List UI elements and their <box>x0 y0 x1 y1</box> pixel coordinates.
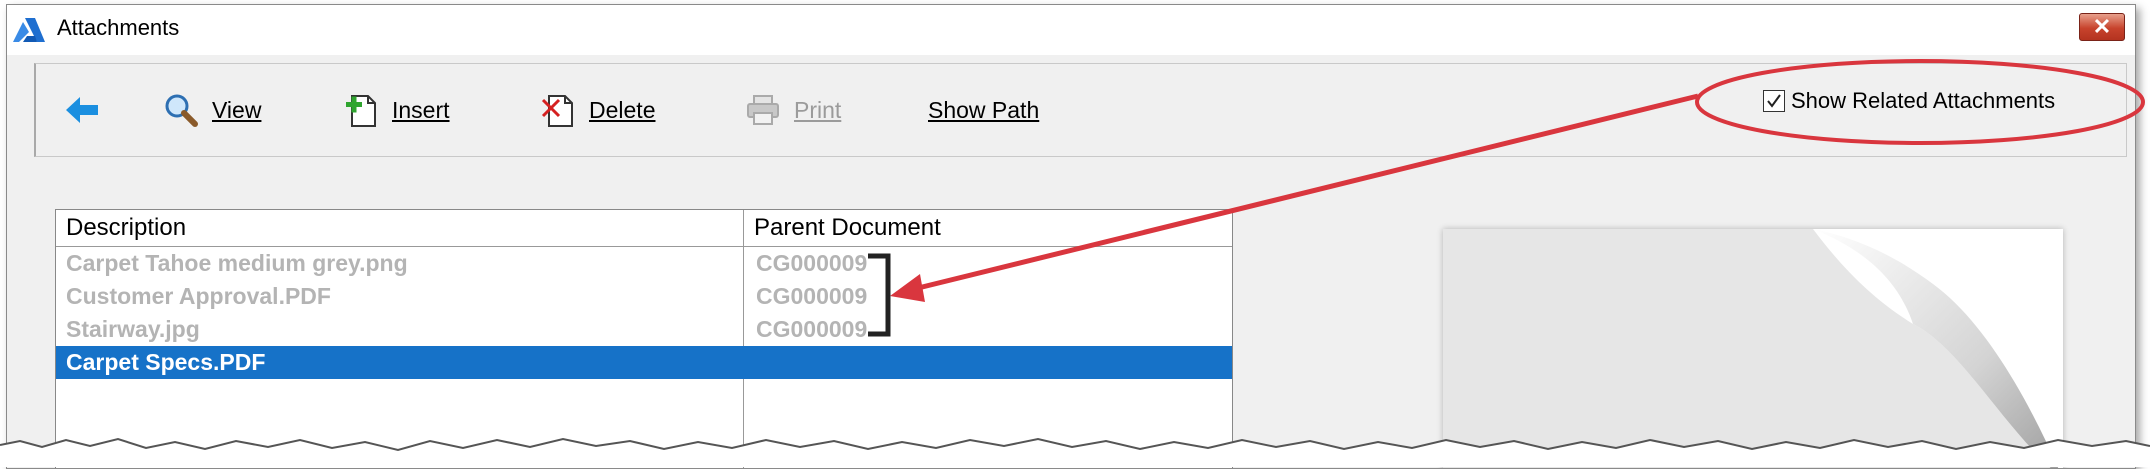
close-button[interactable]: ✕ <box>2079 13 2125 41</box>
print-button[interactable]: Print <box>746 64 841 156</box>
table-row[interactable]: Stairway.jpg CG000009 <box>56 313 1232 346</box>
view-button[interactable]: View <box>164 64 261 156</box>
title-bar: Attachments ✕ <box>7 5 2135 55</box>
checkbox-box[interactable] <box>1763 90 1785 112</box>
insert-button[interactable]: Insert <box>344 64 450 156</box>
description-cell: Carpet Tahoe medium grey.png <box>66 250 408 276</box>
insert-label: Insert <box>392 96 450 123</box>
table-header: Description Parent Document <box>56 210 1232 247</box>
attachment-preview-pane <box>1443 229 2063 468</box>
show-related-attachments-checkbox[interactable]: Show Related Attachments <box>1763 88 2055 114</box>
delete-label: Delete <box>589 96 656 123</box>
back-button[interactable] <box>66 64 100 156</box>
page-curl-icon <box>1813 229 2063 468</box>
toolbar: View Insert Delete Print Show Path Show … <box>34 63 2127 157</box>
checkmark-icon <box>1767 94 1781 108</box>
attachments-window: Attachments ✕ View Insert Delete Print S… <box>6 4 2136 469</box>
app-logo-icon <box>13 18 45 42</box>
table-row-selected[interactable]: Carpet Specs.PDF <box>56 346 1232 379</box>
printer-icon <box>747 95 779 125</box>
view-label: View <box>212 96 262 123</box>
delete-document-icon <box>541 95 573 127</box>
delete-button[interactable]: Delete <box>541 64 655 156</box>
show-related-label: Show Related Attachments <box>1791 88 2056 113</box>
parent-document-cell: CG000009 <box>756 250 868 276</box>
description-cell: Customer Approval.PDF <box>66 283 331 309</box>
window-title: Attachments <box>57 15 180 40</box>
insert-document-icon <box>346 95 376 127</box>
description-cell: Stairway.jpg <box>66 316 200 342</box>
parent-document-cell: CG000009 <box>756 283 868 309</box>
attachments-table: Description Parent Document Carpet Tahoe… <box>55 209 1233 468</box>
back-arrow-icon <box>66 97 98 123</box>
table-row[interactable]: Carpet Tahoe medium grey.png CG000009 <box>56 247 1232 280</box>
show-path-button[interactable]: Show Path <box>928 64 1039 156</box>
show-path-label: Show Path <box>928 96 1040 123</box>
table-row[interactable]: Customer Approval.PDF CG000009 <box>56 280 1232 313</box>
parent-document-cell: CG000009 <box>756 316 868 342</box>
description-cell: Carpet Specs.PDF <box>66 349 266 375</box>
print-label: Print <box>794 96 842 123</box>
magnifier-icon <box>165 94 198 127</box>
column-header-description[interactable]: Description <box>56 210 743 246</box>
column-header-parent-document[interactable]: Parent Document <box>744 210 1232 246</box>
